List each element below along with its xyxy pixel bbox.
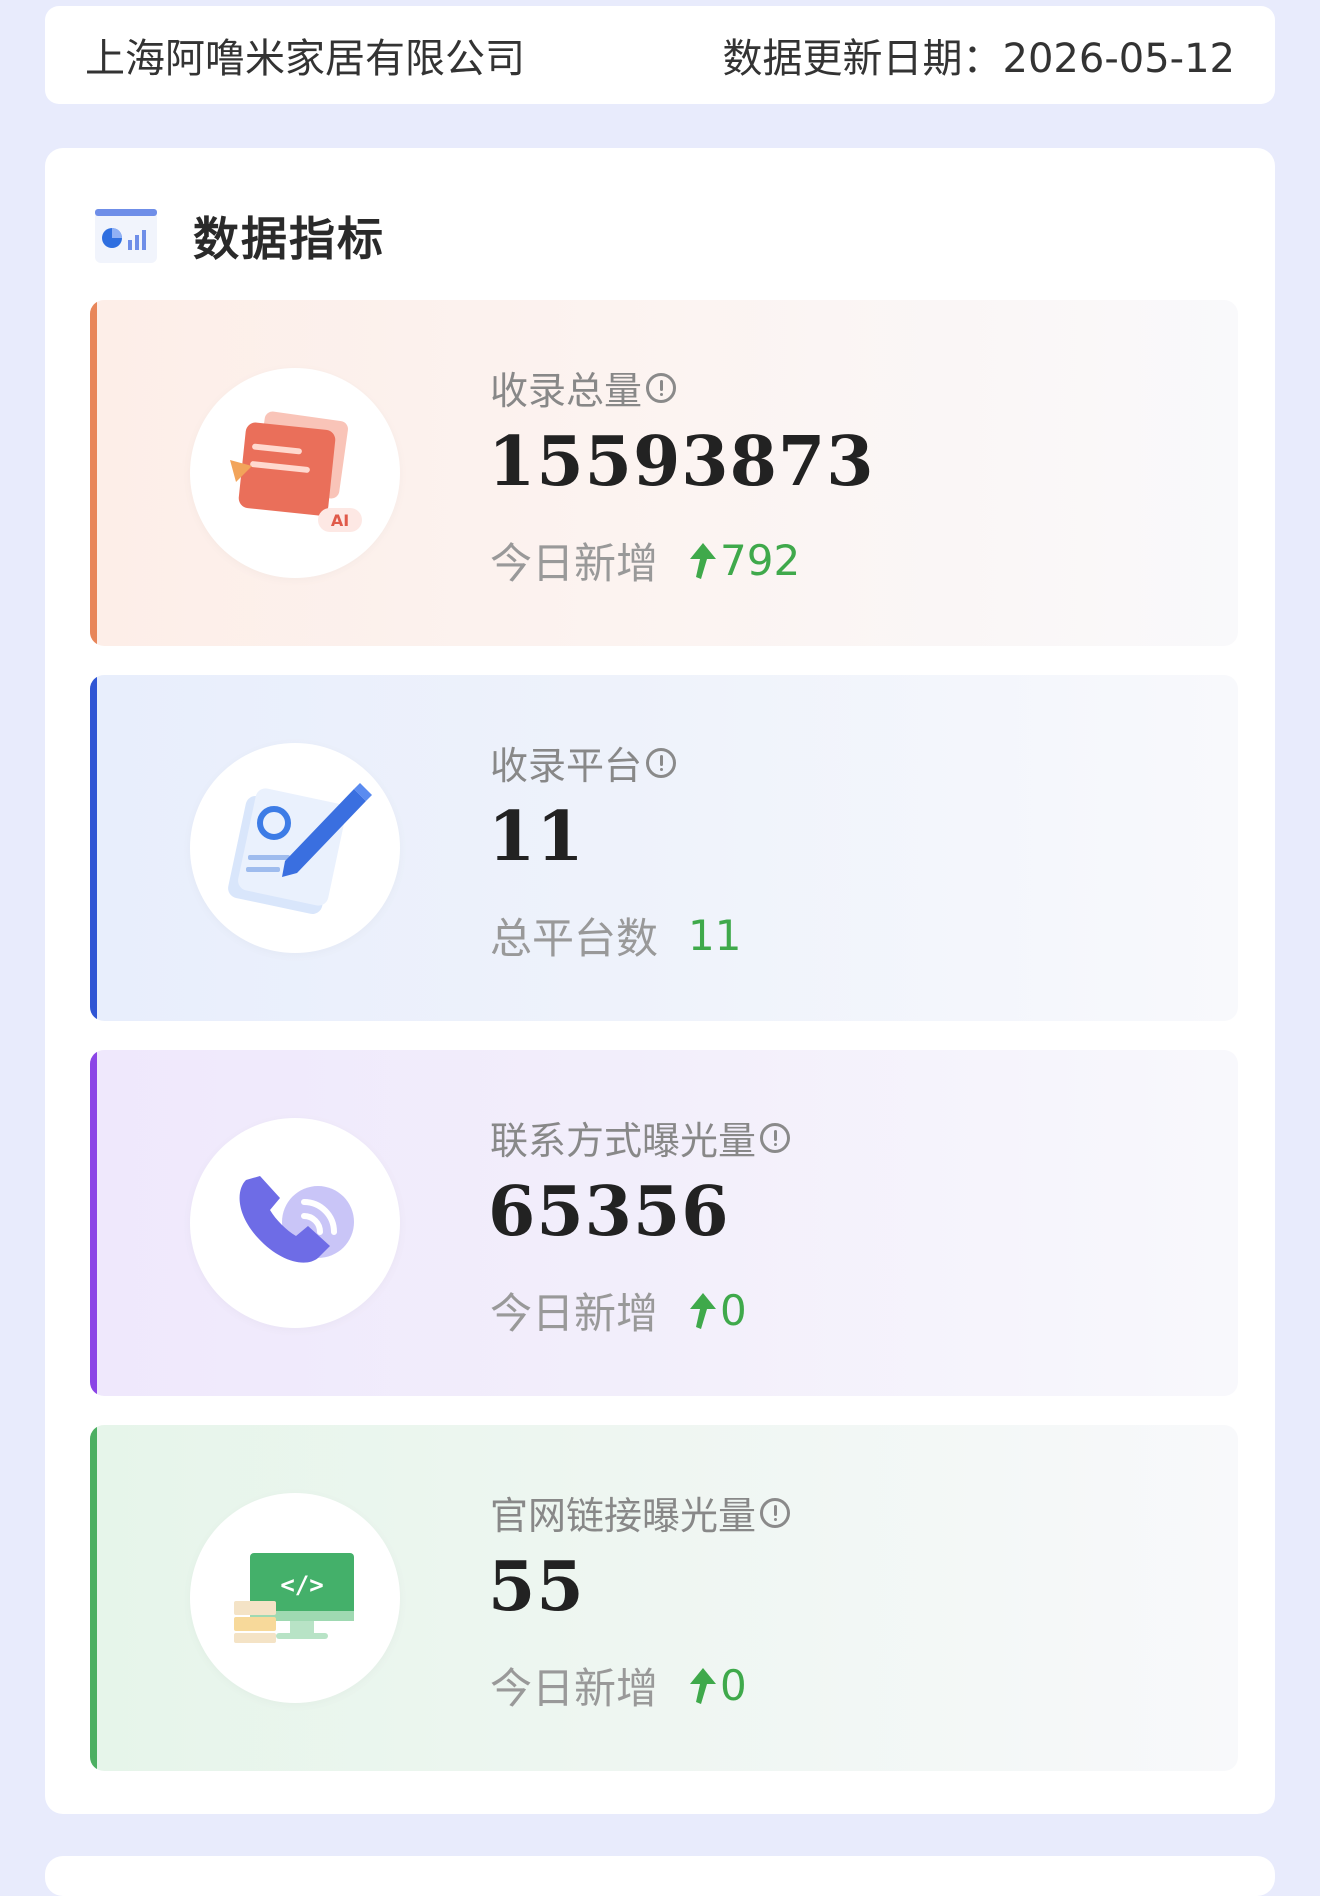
sub-label: 今日新增 bbox=[490, 1664, 659, 1713]
info-icon[interactable] bbox=[760, 1497, 791, 1528]
metrics-panel: 数据指标 AI 收录总量 15593873 今日新增 792 收录平台 11 总… bbox=[45, 148, 1275, 1814]
metric-value: 15593873 bbox=[488, 422, 875, 502]
metric-label: 官网链接曝光量 bbox=[490, 1485, 791, 1540]
metric-label: 联系方式曝光量 bbox=[490, 1110, 791, 1165]
icon-badge bbox=[190, 743, 400, 953]
sub-value: 0 bbox=[720, 1286, 747, 1335]
metric-sub: 今日新增 0 bbox=[490, 1280, 747, 1341]
phone-icon bbox=[239, 1176, 354, 1263]
metric-card-total-indexed[interactable]: AI 收录总量 15593873 今日新增 792 bbox=[90, 300, 1238, 646]
section-header: 数据指标 bbox=[93, 196, 385, 276]
info-icon[interactable] bbox=[760, 1122, 791, 1153]
info-icon[interactable] bbox=[646, 372, 677, 403]
metric-sub: 今日新增 0 bbox=[490, 1655, 747, 1716]
pen-document-icon bbox=[228, 783, 372, 914]
icon-badge: </> bbox=[190, 1493, 400, 1703]
up-arrow-icon bbox=[690, 542, 717, 579]
svg-text:AI: AI bbox=[331, 511, 349, 530]
metric-label: 收录总量 bbox=[490, 360, 677, 415]
svg-text:</>: </> bbox=[280, 1571, 323, 1599]
accent-bar bbox=[90, 300, 97, 646]
sub-label: 今日新增 bbox=[490, 1289, 659, 1338]
document-ai-icon: AI bbox=[230, 411, 362, 532]
up-arrow-icon bbox=[690, 1292, 717, 1329]
header-bar: 上海阿噜米家居有限公司 数据更新日期：2026-05-12 bbox=[45, 6, 1275, 104]
sub-value: 11 bbox=[688, 911, 742, 960]
company-name: 上海阿噜米家居有限公司 bbox=[85, 36, 525, 82]
update-date: 数据更新日期：2026-05-12 bbox=[722, 36, 1235, 82]
metric-label: 收录平台 bbox=[490, 735, 677, 790]
metric-card-platforms[interactable]: 收录平台 11 总平台数 11 bbox=[90, 675, 1238, 1021]
sub-value: 0 bbox=[720, 1661, 747, 1710]
sub-value-wrap: 792 bbox=[688, 536, 800, 585]
accent-bar bbox=[90, 675, 97, 1021]
metric-card-website-exposure[interactable]: </> 官网链接曝光量 55 今日新增 0 bbox=[90, 1425, 1238, 1771]
metric-sub: 今日新增 792 bbox=[490, 530, 800, 591]
info-icon[interactable] bbox=[646, 747, 677, 778]
next-panel-edge bbox=[45, 1856, 1275, 1896]
section-title: 数据指标 bbox=[193, 212, 385, 266]
icon-badge bbox=[190, 1118, 400, 1328]
sub-label: 总平台数 bbox=[490, 914, 659, 963]
accent-bar bbox=[90, 1425, 97, 1771]
sub-value: 792 bbox=[720, 536, 801, 585]
metric-value: 65356 bbox=[488, 1172, 730, 1252]
sub-value-wrap: 0 bbox=[688, 1286, 747, 1335]
metric-value: 11 bbox=[488, 797, 585, 877]
sub-label: 今日新增 bbox=[490, 539, 659, 588]
monitor-code-icon: </> bbox=[234, 1553, 354, 1643]
metric-sub: 总平台数 11 bbox=[490, 905, 741, 966]
icon-badge: AI bbox=[190, 368, 400, 578]
up-arrow-icon bbox=[690, 1667, 717, 1704]
sub-value-wrap: 11 bbox=[688, 911, 741, 960]
accent-bar bbox=[90, 1050, 97, 1396]
metric-value: 55 bbox=[488, 1547, 585, 1627]
sub-value-wrap: 0 bbox=[688, 1661, 747, 1710]
chart-icon bbox=[95, 209, 157, 263]
metric-card-contact-exposure[interactable]: 联系方式曝光量 65356 今日新增 0 bbox=[90, 1050, 1238, 1396]
